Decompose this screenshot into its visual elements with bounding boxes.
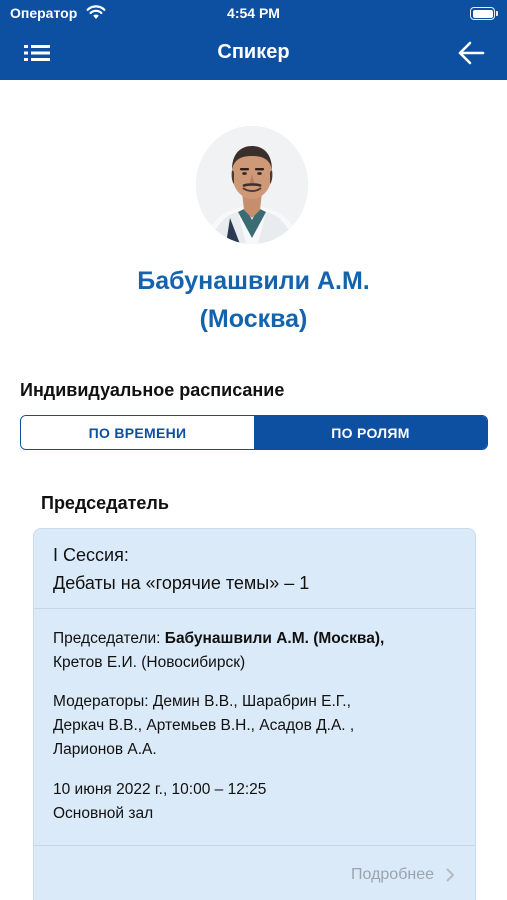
speaker-city: (Москва) <box>199 305 308 333</box>
chairs-line: Председатели: Бабунашвили А.М. (Москва), <box>53 630 384 648</box>
nav-bar: Спикер <box>0 28 507 80</box>
speaker-name: Бабунашвили А.М. <box>137 267 370 295</box>
moderators-line-2: Деркач В.В., Артемьев В.Н., Асадов Д.А. … <box>53 717 355 734</box>
segment-by-time[interactable]: ПО ВРЕМЕНИ <box>21 416 254 449</box>
chairs-highlighted: Бабунашвили А.М. (Москва), <box>164 630 385 647</box>
session-title: Дебаты на «горячие темы» – 1 <box>53 573 310 593</box>
session-card-footer: Подробнее <box>34 845 475 900</box>
session-room: Основной зал <box>53 805 154 822</box>
battery-tip <box>496 11 498 16</box>
more-details-link[interactable]: Подробнее <box>351 866 455 884</box>
session-number: I Сессия: <box>53 545 129 565</box>
chairs-label: Председатели: <box>53 630 161 647</box>
session-card[interactable]: I Сессия: Дебаты на «горячие темы» – 1 П… <box>33 528 476 900</box>
moderators-line-3: Ларионов А.А. <box>53 741 157 758</box>
moderators-line-1: Модераторы: Демин В.В., Шарабрин Е.Г., <box>53 693 351 710</box>
more-details-label: Подробнее <box>351 866 434 883</box>
chevron-right-icon <box>446 868 454 882</box>
speaker-avatar <box>196 126 308 244</box>
speaker-photo <box>196 126 308 244</box>
session-datetime: 10 июня 2022 г., 10:00 – 12:25 <box>53 781 267 798</box>
battery-icon <box>470 7 495 20</box>
chairs-rest: Кретов Е.И. (Новосибирск) <box>53 654 246 671</box>
status-time: 4:54 PM <box>227 5 280 21</box>
segment-by-roles[interactable]: ПО РОЛЯМ <box>254 416 487 449</box>
arrow-left-icon[interactable] <box>457 40 485 66</box>
status-bar: Оператор 4:54 PM <box>0 0 507 28</box>
page-title: Спикер <box>217 41 290 63</box>
schedule-title: Индивидуальное расписание <box>20 380 285 400</box>
schedule-segmented-control: ПО ВРЕМЕНИ ПО РОЛЯМ <box>20 415 488 450</box>
session-card-header: I Сессия: Дебаты на «горячие темы» – 1 <box>34 529 475 609</box>
role-heading: Председатель <box>41 493 169 513</box>
